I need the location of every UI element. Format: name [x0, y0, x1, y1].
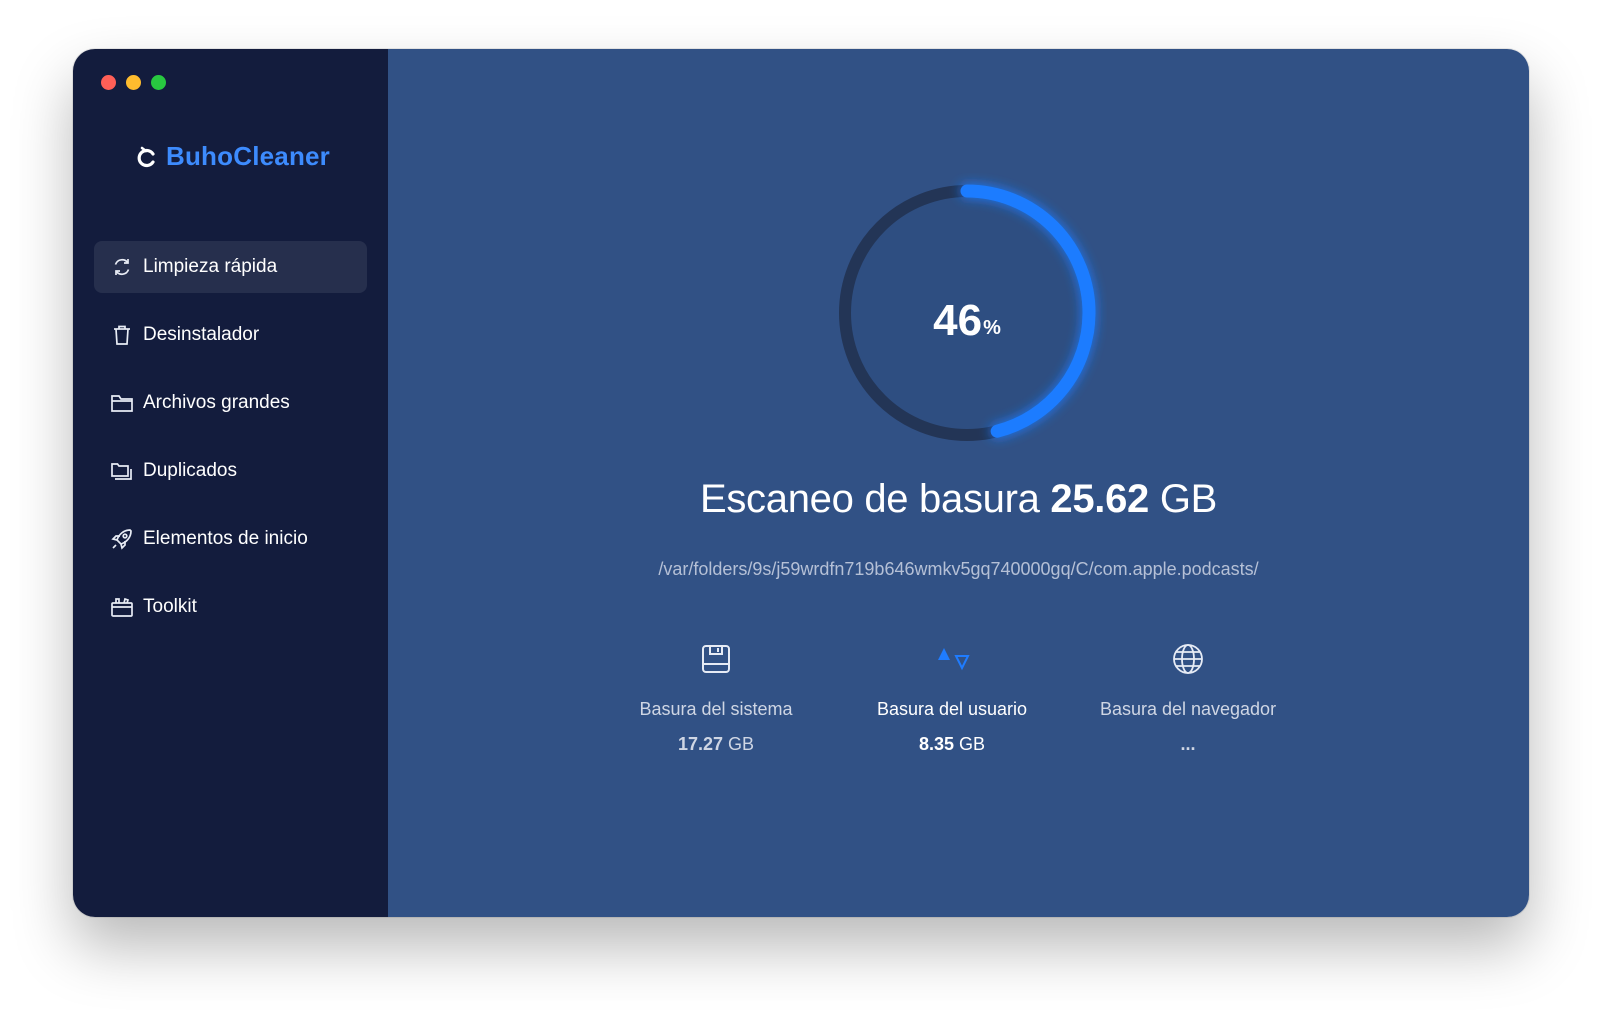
shapes-icon [842, 639, 1062, 679]
sidebar-item-toolkit[interactable]: Toolkit [94, 581, 367, 633]
category-label: Basura del sistema [639, 699, 793, 719]
sidebar-item-archivos-grandes[interactable]: Archivos grandes [94, 377, 367, 429]
buho-logo-icon [137, 146, 155, 167]
category-unit: GB [728, 734, 755, 754]
sidebar-item-duplicados[interactable]: Duplicados [94, 445, 367, 497]
progress-percent: 46 [933, 296, 983, 345]
category-size: 8.35 [918, 734, 954, 754]
sidebar-item-label: Duplicados [143, 460, 237, 481]
sidebar: BuhoCleaner Limpieza rápida Desinstalado… [73, 49, 388, 917]
app-window: BuhoCleaner Limpieza rápida Desinstalado… [73, 49, 1529, 917]
minimize-window-button[interactable] [126, 75, 141, 90]
category-user-junk: Basura del usuario 8.35 GB [842, 639, 1062, 755]
app-logo: BuhoCleaner [136, 141, 330, 172]
sidebar-item-label: Archivos grandes [143, 392, 290, 413]
toolbox-icon [109, 594, 135, 620]
category-unit: GB [959, 734, 986, 754]
sidebar-nav: Limpieza rápida Desinstalador Archivos g… [94, 241, 367, 649]
scan-title-label: Escaneo de basura [699, 477, 1040, 521]
category-system-junk: Basura del sistema 17.27 GB [606, 639, 826, 755]
scan-total-unit: GB [1159, 477, 1218, 521]
category-size: ... [1180, 734, 1196, 754]
scan-current-path: /var/folders/9s/j59wrdfn719b646wmkv5gq74… [658, 559, 1259, 579]
drive-icon [606, 639, 826, 679]
sidebar-item-label: Toolkit [143, 596, 197, 617]
category-value: ... [1078, 734, 1298, 755]
category-size: 17.27 [677, 734, 723, 754]
refresh-icon [109, 254, 135, 280]
app-name: BuhoCleaner [166, 141, 331, 171]
category-browser-junk: Basura del navegador ... [1078, 639, 1298, 755]
rocket-icon [109, 526, 135, 552]
duplicate-folders-icon [109, 458, 135, 484]
close-window-button[interactable] [101, 75, 116, 90]
scan-total-value: 25.62 [1050, 477, 1149, 521]
category-label: Basura del usuario [876, 699, 1028, 719]
sidebar-item-elementos-de-inicio[interactable]: Elementos de inicio [94, 513, 367, 565]
sidebar-item-desinstalador[interactable]: Desinstalador [94, 309, 367, 361]
progress-readout: 46 % [827, 173, 1107, 453]
sidebar-item-label: Desinstalador [143, 324, 260, 345]
window-controls [101, 75, 166, 90]
main-panel: 46 % Escaneo de basura 25.62 GB /var/fol… [388, 49, 1529, 917]
category-label: Basura del navegador [1099, 699, 1277, 719]
scan-progress-ring: 46 % [827, 173, 1107, 453]
sidebar-item-limpieza-rapida[interactable]: Limpieza rápida [94, 241, 367, 293]
sidebar-item-label: Limpieza rápida [143, 256, 278, 277]
folder-icon [109, 390, 135, 416]
sidebar-item-label: Elementos de inicio [143, 528, 308, 549]
category-value: 8.35 GB [842, 734, 1062, 755]
category-value: 17.27 GB [606, 734, 826, 755]
globe-icon [1078, 639, 1298, 679]
progress-unit: % [983, 316, 1001, 339]
scan-title: Escaneo de basura 25.62 GB [388, 477, 1529, 522]
trash-icon [109, 322, 135, 348]
zoom-window-button[interactable] [151, 75, 166, 90]
